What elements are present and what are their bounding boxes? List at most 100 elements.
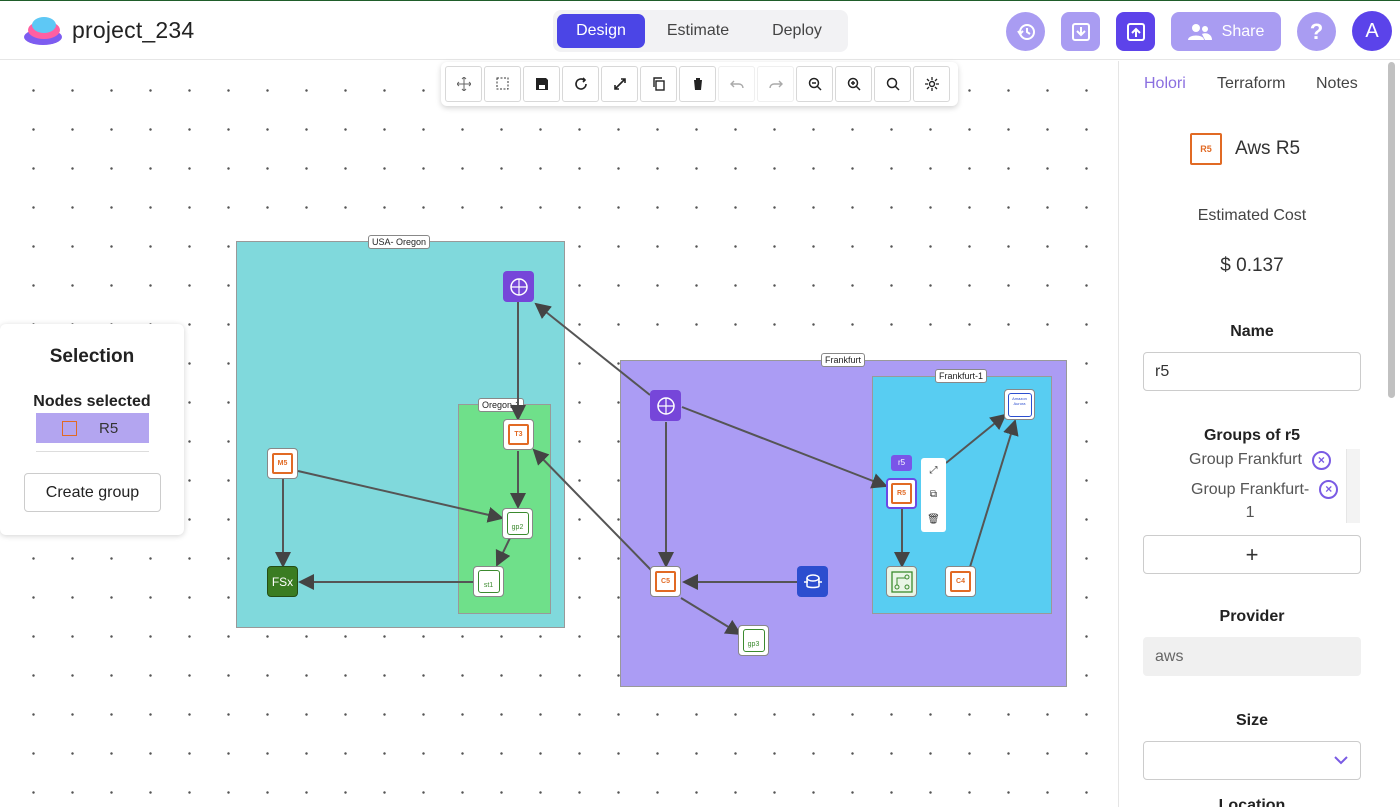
name-label: Name [1230,323,1274,340]
ec2-c4-node[interactable]: C4 [945,566,976,597]
ec2-c5-label: C5 [655,571,676,592]
database-migration-node[interactable] [797,566,828,597]
edge-c5-gp3 [680,597,742,636]
provider-field: aws [1143,637,1361,676]
load-balancer-icon [656,396,675,415]
zoom-out-tool[interactable] [796,66,833,102]
selection-icon [496,77,508,90]
estimated-cost-value: $ 0.137 [1220,255,1284,276]
group-name: Group Frankfurt- 1 [1191,481,1310,521]
ebs-gp2-node[interactable]: gp2 [502,508,533,539]
aurora-node[interactable]: Amazon Aurora [1004,389,1035,420]
edge-c5-t3 [532,448,652,571]
ec2-m5-node[interactable]: M5 [267,448,298,479]
export-button[interactable] [1116,12,1155,51]
refresh-icon [574,77,587,90]
tab-holori[interactable]: Holori [1144,75,1186,93]
import-button[interactable] [1061,12,1100,51]
history-button[interactable] [1006,12,1045,51]
size-select[interactable] [1143,741,1361,780]
name-input[interactable]: r5 [1143,352,1361,391]
size-label: Size [1235,712,1268,729]
resize-icon[interactable]: ⤢ [930,465,938,476]
groups-scrollbar[interactable] [1346,449,1360,523]
remove-group-icon[interactable]: × [1311,451,1331,470]
edge-gp2-st1 [495,537,511,567]
edge-lb-frankfurt-r5 [681,406,888,489]
save-tool[interactable] [523,66,560,102]
holori-logo [24,17,62,45]
selection-panel: Selection Nodes selected R5 Create group [0,324,184,535]
database-icon [803,573,822,588]
edge-lb-frankfurt-lb-oregon [534,302,651,396]
avatar[interactable]: A [1352,11,1392,51]
node-context-menu: ⤢ ⧉ 🗑 [921,458,946,532]
project-title: project_234 [72,17,195,43]
add-group-button[interactable]: + [1143,535,1361,574]
ebs-gp2-label: gp2 [506,512,529,535]
fsx-node[interactable]: FSx [267,566,298,597]
zoom-out-icon [808,77,822,91]
selected-node-item[interactable]: R5 [36,413,149,443]
chevron-down-icon [1334,756,1348,765]
location-label: Location [1218,798,1286,807]
ebs-gp3-node[interactable]: gp3 [738,625,769,656]
download-icon [1071,22,1090,41]
ebs-st1-node[interactable]: st1 [473,566,504,597]
select-tool[interactable] [484,66,521,102]
load-balancer-oregon-node[interactable] [503,271,534,302]
tab-estimate[interactable]: Estimate [653,14,743,48]
ec2-r5-node-selected[interactable]: R5 [886,478,917,509]
nodes-selected-label: Nodes selected [33,393,151,410]
edge-r5-aurora [945,413,1007,464]
trash-icon [692,78,703,90]
help-button[interactable]: ? [1297,12,1336,51]
groups-label: Groups of r5 [1203,427,1300,444]
ec2-t3-label: T3 [508,424,529,445]
upload-icon [1126,22,1145,41]
ec2-chip-icon [62,420,77,436]
zoom-in-tool[interactable] [835,66,872,102]
history-icon [1016,23,1035,40]
share-button[interactable]: Share [1171,12,1281,51]
load-balancer-frankfurt-node[interactable] [650,390,681,421]
refresh-tool[interactable] [562,66,599,102]
delete-icon[interactable]: 🗑 [927,514,940,525]
top-bar: project_234 Design Estimate Deploy Share… [0,0,1400,60]
workspace-node[interactable] [886,566,917,597]
tab-design[interactable]: Design [557,14,645,48]
mode-switcher: Design Estimate Deploy [553,10,848,52]
group-list-item: Group Frankfurt- 1 × [1191,478,1339,524]
edge-m5-gp2 [297,470,504,523]
redo-tool[interactable] [757,66,794,102]
selection-title: Selection [49,346,135,367]
group-list-item: Group Frankfurt × [1189,451,1331,470]
tab-notes[interactable]: Notes [1316,75,1358,93]
edge-c4-aurora [969,419,1019,568]
delete-tool[interactable] [679,66,716,102]
ec2-c5-node[interactable]: C5 [650,566,681,597]
ec2-r5-icon: R5 [1190,133,1222,165]
zoom-fit-tool[interactable] [874,66,911,102]
workflow-icon [890,570,913,593]
estimated-cost-label: Estimated Cost [1197,207,1307,224]
pan-tool[interactable] [445,66,482,102]
remove-group-icon[interactable]: × [1319,480,1339,499]
share-label: Share [1221,22,1265,40]
aurora-label: Amazon Aurora [1007,392,1032,417]
redo-icon [768,80,783,89]
expand-tool[interactable] [601,66,638,102]
node-type-title: Aws R5 [1235,138,1301,159]
tab-terraform[interactable]: Terraform [1217,75,1285,93]
settings-tool[interactable] [913,66,950,102]
load-balancer-icon [509,277,528,296]
group-name: Group Frankfurt [1189,451,1302,468]
create-group-button[interactable]: Create group [24,473,161,512]
ec2-r5-label: R5 [891,483,912,504]
undo-tool[interactable] [718,66,755,102]
duplicate-tool[interactable] [640,66,677,102]
panel-scrollbar[interactable] [1388,62,1395,398]
ec2-t3-node[interactable]: T3 [503,419,534,450]
duplicate-icon[interactable]: ⧉ [930,489,937,500]
tab-deploy[interactable]: Deploy [751,14,843,48]
